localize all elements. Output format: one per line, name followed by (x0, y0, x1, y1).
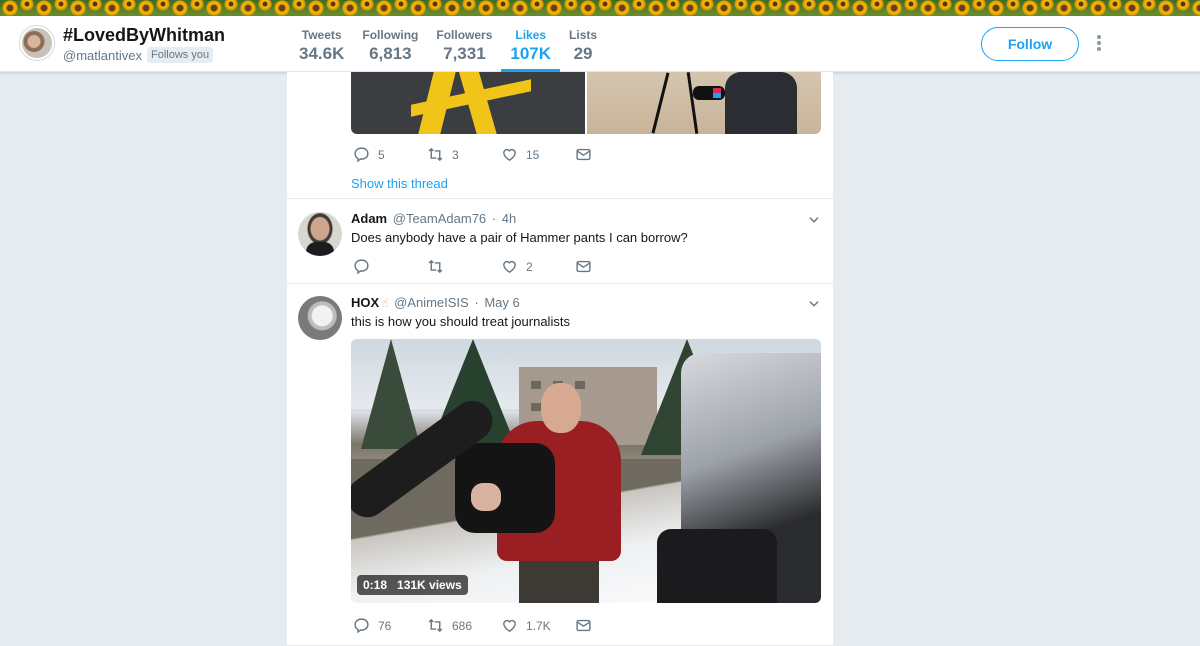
like-button[interactable]: 15 (501, 146, 575, 163)
reply-count: 5 (378, 147, 385, 162)
stat-label: Tweets (301, 28, 342, 42)
reply-button[interactable]: 76 (353, 617, 427, 634)
reply-icon (354, 147, 369, 163)
reply-count: 76 (378, 618, 392, 633)
tweet-text: Does anybody have a pair of Hammer pants… (351, 230, 688, 245)
dm-button[interactable] (575, 258, 649, 275)
tweet-author-emoji: ☝ (381, 296, 389, 310)
stat-label: Followers (436, 28, 493, 42)
profile-name[interactable]: #LovedByWhitman (63, 25, 225, 46)
stat-value: 29 (573, 44, 593, 63)
tweet-separator: · (474, 295, 479, 310)
envelope-icon (576, 148, 591, 161)
tweet-header: HOX ☝ @AnimeISIS · May 6 (351, 295, 520, 310)
tweet-photo[interactable] (351, 72, 585, 134)
retweet-count: 3 (452, 147, 459, 162)
tweet-author-name[interactable]: Adam (351, 211, 387, 226)
video-info-badge: 0:18 131K views (357, 575, 468, 595)
tweet[interactable]: HOX ☝ @AnimeISIS · May 6 this is how you … (287, 285, 833, 646)
retweet-button[interactable]: 686 (427, 617, 501, 634)
retweet-button[interactable]: 3 (427, 146, 501, 163)
retweet-button[interactable] (427, 258, 501, 275)
like-count: 15 (526, 147, 540, 162)
follow-button[interactable]: Follow (981, 27, 1079, 61)
tweet-separator: · (491, 211, 497, 226)
more-vertical-icon[interactable] (1093, 35, 1105, 53)
tweet-media-grid[interactable] (351, 72, 821, 134)
tweet-text: this is how you should treat journalists (351, 314, 570, 329)
heart-icon (503, 148, 516, 161)
follows-you-badge: Follows you (147, 47, 214, 63)
tweet-video[interactable]: 0:18 131K views (351, 339, 821, 603)
chevron-down-icon[interactable] (807, 213, 821, 227)
chevron-down-icon[interactable] (807, 297, 821, 311)
profile-banner (0, 0, 1200, 16)
stat-value: 107K (510, 44, 552, 63)
like-count: 2 (526, 259, 533, 274)
stat-likes[interactable]: Likes 107K (501, 16, 560, 72)
tweet-author-name[interactable]: HOX (351, 295, 379, 310)
avatar[interactable] (298, 296, 342, 340)
retweet-icon (428, 259, 443, 274)
timeline: 5 3 15 Show this thread Adam @TeamAdam76… (287, 72, 833, 646)
heart-icon (503, 260, 516, 273)
show-thread-link[interactable]: Show this thread (351, 176, 448, 191)
stat-label: Likes (515, 28, 547, 42)
like-count: 1.7K (526, 618, 551, 633)
stat-value: 6,813 (369, 44, 412, 63)
stat-value: 7,331 (443, 44, 486, 63)
heart-icon (503, 619, 516, 632)
stat-following[interactable]: Following 6,813 (353, 16, 427, 72)
reply-icon (354, 259, 369, 275)
profile-avatar[interactable] (20, 26, 54, 60)
video-duration: 0:18 (363, 578, 388, 592)
tweet[interactable]: Adam @TeamAdam76 · 4h Does anybody have … (287, 200, 833, 284)
tweet-actions: 2 (353, 258, 649, 275)
reply-button[interactable]: 5 (353, 146, 427, 163)
stat-lists[interactable]: Lists 29 (560, 16, 606, 72)
reply-button[interactable] (353, 258, 427, 275)
profile-nav: #LovedByWhitman @matlantivex Follows you… (0, 16, 1200, 72)
stat-label: Following (362, 28, 419, 42)
dm-button[interactable] (575, 617, 649, 634)
tweet-photo[interactable] (587, 72, 821, 134)
tweet-actions: 5 3 15 (353, 146, 649, 163)
tweet-timestamp[interactable]: May 6 (484, 295, 519, 310)
avatar[interactable] (298, 212, 342, 256)
dm-button[interactable] (575, 146, 649, 163)
tweet-author-handle[interactable]: @AnimeISIS (394, 295, 469, 310)
envelope-icon (576, 619, 591, 632)
reply-icon (354, 618, 369, 634)
envelope-icon (576, 260, 591, 273)
stat-value: 34.6K (299, 44, 345, 63)
stat-followers[interactable]: Followers 7,331 (427, 16, 501, 72)
video-views: 131K views (397, 578, 462, 592)
stat-tweets[interactable]: Tweets 34.6K (290, 16, 353, 72)
tweet[interactable]: 5 3 15 Show this thread (287, 72, 833, 199)
stat-label: Lists (569, 28, 598, 42)
profile-handle[interactable]: @matlantivex (63, 48, 142, 63)
retweet-icon (428, 618, 443, 633)
tweet-actions: 76 686 1.7K (353, 617, 649, 634)
like-button[interactable]: 2 (501, 258, 575, 275)
retweet-count: 686 (452, 618, 473, 633)
tweet-header: Adam @TeamAdam76 · 4h (351, 211, 516, 226)
like-button[interactable]: 1.7K (501, 617, 575, 634)
tweet-author-handle[interactable]: @TeamAdam76 (393, 211, 486, 226)
retweet-icon (428, 147, 443, 162)
profile-stats: Tweets 34.6K Following 6,813 Followers 7… (290, 16, 606, 72)
tweet-timestamp[interactable]: 4h (502, 211, 516, 226)
